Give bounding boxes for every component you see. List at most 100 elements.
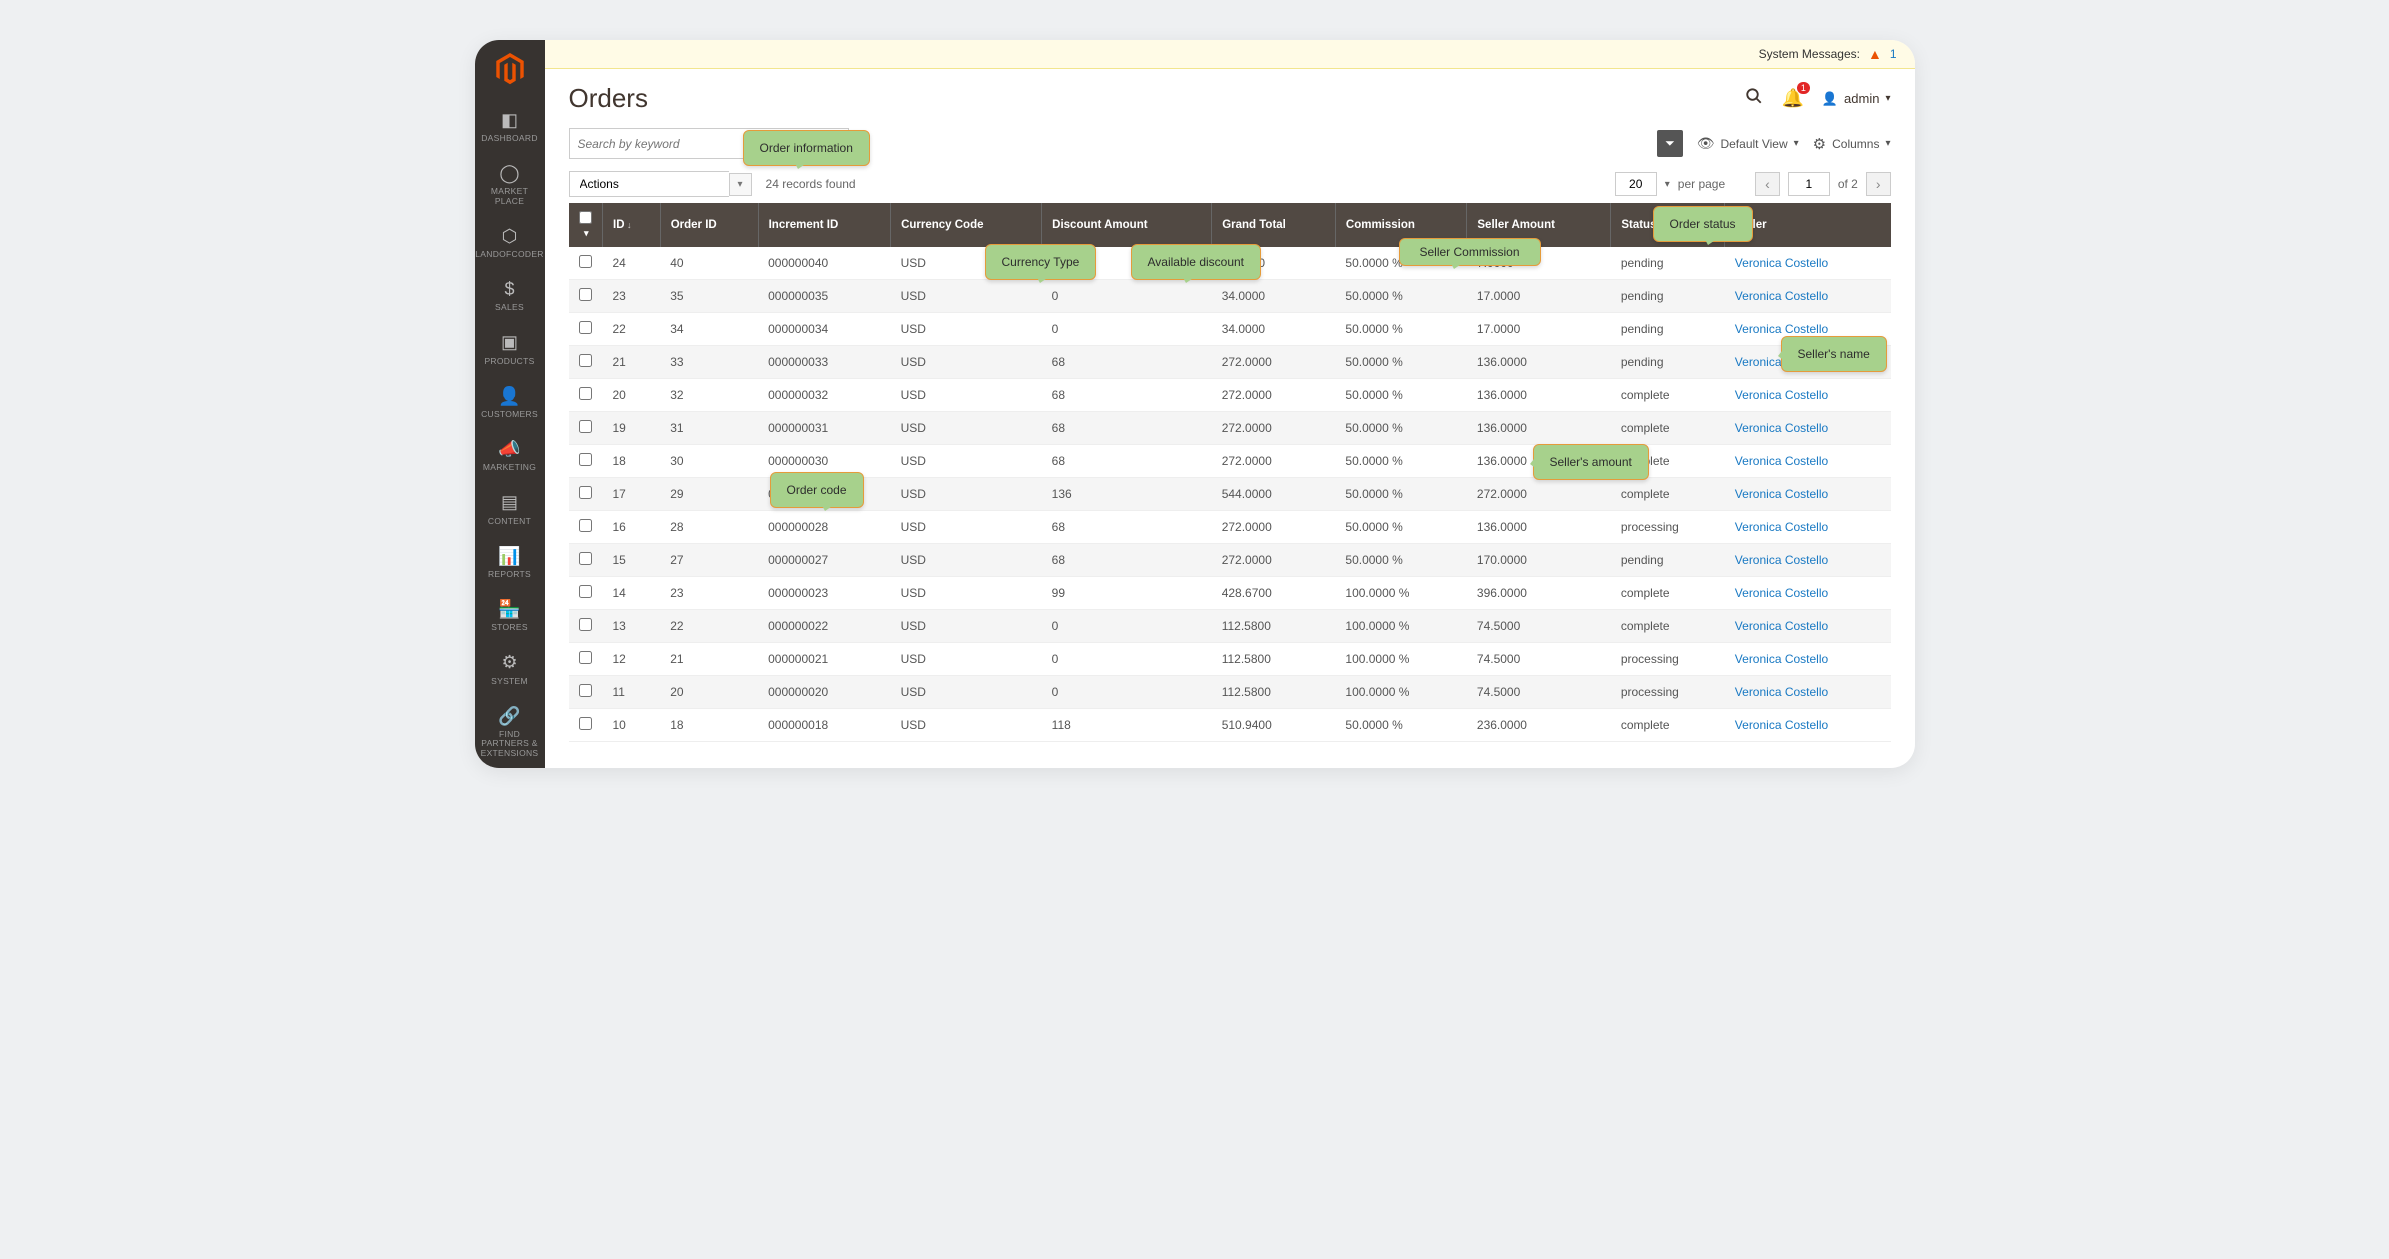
col-select[interactable]: ▾ (569, 203, 603, 247)
actions-dropdown[interactable]: Actions ▾ (569, 171, 752, 197)
col-id[interactable]: ID (603, 203, 661, 247)
seller-link[interactable]: Veronica Costello (1735, 454, 1828, 468)
cell-status: processing (1611, 676, 1725, 709)
search-submit-icon[interactable] (824, 133, 840, 154)
seller-link[interactable]: Veronica Costello (1735, 520, 1828, 534)
seller-link[interactable]: Veronica Costello (1735, 652, 1828, 666)
default-view-dropdown[interactable]: 👁 Default View ▾ (1697, 135, 1799, 152)
row-checkbox[interactable] (579, 717, 592, 730)
seller-link[interactable]: Veronica Costello (1735, 487, 1828, 501)
col-currency-code[interactable]: Currency Code (891, 203, 1042, 247)
filters-button[interactable]: ⏷ Filters (1657, 130, 1683, 157)
columns-dropdown[interactable]: ⚙ Columns ▾ (1813, 135, 1891, 153)
page-input[interactable] (1788, 172, 1830, 196)
seller-link[interactable]: Veronica Costello (1735, 388, 1828, 402)
cell-seller-amount: 136.0000 (1467, 445, 1611, 478)
cell-currency: USD (891, 445, 1042, 478)
sidebar-item-marketing[interactable]: 📣MARKETING (475, 429, 548, 482)
cell-increment: 000000029 (758, 478, 890, 511)
row-checkbox[interactable] (579, 420, 592, 433)
seller-link[interactable]: Veronica Costello (1735, 553, 1828, 567)
seller-link[interactable]: Veronica Costello (1735, 322, 1828, 336)
cell-status: complete (1611, 445, 1725, 478)
select-all-checkbox[interactable] (579, 211, 592, 224)
seller-link[interactable]: Veronica Costello (1735, 586, 1828, 600)
sidebar-item-stores[interactable]: 🏪STORES (475, 589, 548, 642)
system-messages-label: System Messages: (1759, 47, 1860, 61)
cell-seller-amount: 17.0000 (1467, 313, 1611, 346)
col-seller-amount[interactable]: Seller Amount (1467, 203, 1611, 247)
cell-discount: 68 (1042, 412, 1212, 445)
row-checkbox[interactable] (579, 387, 592, 400)
nav-icon: 🏪 (475, 599, 543, 619)
sidebar-item-dashboard[interactable]: ◧DASHBOARD (475, 100, 548, 153)
sidebar-item-customers[interactable]: 👤CUSTOMERS (475, 376, 548, 429)
prev-page-button[interactable]: ‹ (1755, 172, 1780, 196)
table-row: 2234000000034USD034.000050.0000 %17.0000… (569, 313, 1891, 346)
seller-link[interactable]: Veronica Costello (1735, 685, 1828, 699)
seller-link[interactable]: Veronica Costello (1735, 289, 1828, 303)
nav-label: CONTENT (475, 517, 543, 526)
row-checkbox[interactable] (579, 255, 592, 268)
cell-order-id: 35 (660, 280, 758, 313)
cell-grand-total: 272.0000 (1212, 445, 1336, 478)
next-page-button[interactable]: › (1866, 172, 1891, 196)
sidebar-item-market-place[interactable]: ◯MARKET PLACE (475, 153, 548, 216)
sidebar-item-landofcoder[interactable]: ⬡LANDOFCODER (475, 216, 548, 269)
seller-link[interactable]: Veronica Costello (1735, 256, 1828, 270)
seller-link[interactable]: Veronica Costello (1735, 619, 1828, 633)
col-order-id[interactable]: Order ID (660, 203, 758, 247)
row-checkbox[interactable] (579, 354, 592, 367)
row-checkbox[interactable] (579, 585, 592, 598)
cell-order-id: 18 (660, 709, 758, 742)
row-checkbox[interactable] (579, 486, 592, 499)
system-messages-count[interactable]: 1 (1890, 47, 1897, 61)
search-input-wrapper (569, 128, 849, 159)
magento-logo[interactable] (493, 52, 527, 86)
col-seller[interactable]: Seller (1725, 203, 1891, 247)
nav-label: MARKET PLACE (475, 187, 543, 206)
funnel-icon: ⏷ (1665, 136, 1675, 150)
col-grand-total[interactable]: Grand Total (1212, 203, 1336, 247)
row-checkbox[interactable] (579, 552, 592, 565)
row-checkbox[interactable] (579, 519, 592, 532)
actions-select[interactable]: Actions (569, 171, 729, 197)
row-checkbox[interactable] (579, 453, 592, 466)
cell-seller-amount: 74.5000 (1467, 676, 1611, 709)
cell-currency: USD (891, 544, 1042, 577)
cell-increment: 000000035 (758, 280, 890, 313)
sidebar-item-system[interactable]: ⚙SYSTEM (475, 643, 548, 696)
cell-commission: 50.0000 % (1335, 412, 1466, 445)
seller-link[interactable]: Veronica Costello (1735, 718, 1828, 732)
user-name: admin (1844, 91, 1879, 106)
notifications-icon[interactable]: 🔔1 (1781, 88, 1803, 109)
row-checkbox[interactable] (579, 651, 592, 664)
sidebar-item-find-partners-extensions[interactable]: 🔗FIND PARTNERS & EXTENSIONS (475, 696, 548, 768)
cell-status: pending (1611, 247, 1725, 280)
per-page-input[interactable] (1615, 172, 1657, 196)
cell-commission: 100.0000 % (1335, 610, 1466, 643)
cell-seller-amount: 272.0000 (1467, 478, 1611, 511)
sidebar-item-reports[interactable]: 📊REPORTS (475, 536, 548, 589)
sidebar-item-content[interactable]: ▤ CONTENT (475, 483, 548, 536)
row-checkbox[interactable] (579, 321, 592, 334)
user-menu[interactable]: 👤 admin ▾ (1822, 91, 1891, 107)
seller-link[interactable]: Veronica Costello (1735, 421, 1828, 435)
col-commission[interactable]: Commission (1335, 203, 1466, 247)
nav-label: CUSTOMERS (475, 410, 543, 419)
col-increment-id[interactable]: Increment ID (758, 203, 890, 247)
search-input[interactable] (578, 137, 824, 151)
cell-commission: 50.0000 % (1335, 379, 1466, 412)
seller-link[interactable]: Veronica Costello (1735, 355, 1828, 369)
chevron-down-icon: ▾ (1794, 138, 1799, 149)
row-checkbox[interactable] (579, 618, 592, 631)
col-discount-amount[interactable]: Discount Amount (1042, 203, 1212, 247)
cell-grand-total: 510.9400 (1212, 709, 1336, 742)
search-icon[interactable] (1745, 87, 1763, 110)
sidebar-item-sales[interactable]: $SALES (475, 269, 548, 322)
row-checkbox[interactable] (579, 684, 592, 697)
sidebar-item-products[interactable]: ▣PRODUCTS (475, 323, 548, 376)
row-checkbox[interactable] (579, 288, 592, 301)
col-status[interactable]: Status (1611, 203, 1725, 247)
nav-icon: ▤ (475, 493, 543, 513)
